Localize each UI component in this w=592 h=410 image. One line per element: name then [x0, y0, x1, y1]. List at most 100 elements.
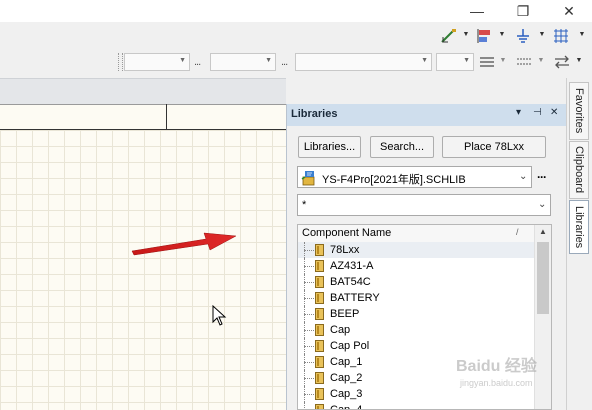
sheet-zone-divider: [166, 104, 167, 130]
font-combo[interactable]: ▼: [124, 53, 190, 71]
list-item[interactable]: Cap_3: [298, 386, 534, 402]
grid-dropdown-caret[interactable]: ▼: [578, 31, 586, 38]
ground-icon[interactable]: [512, 26, 534, 46]
schematic-canvas[interactable]: [0, 130, 286, 410]
list-item[interactable]: Cap_4: [298, 402, 534, 410]
component-icon: [315, 276, 324, 288]
tree-branch: [304, 314, 314, 315]
overflow-dots[interactable]: ...: [281, 56, 288, 68]
component-icon: [315, 340, 324, 352]
dashes-icon[interactable]: [513, 52, 535, 72]
document-tab-strip: [0, 78, 286, 105]
chevron-down-icon: ▼: [463, 57, 470, 64]
tree-branch: [304, 266, 314, 267]
side-tab-strip: Favorites Clipboard Libraries: [566, 78, 592, 410]
toolbar: ▼ ▼ ▼ ▼ ▼ ... ▼ ... ▼ ▼ ▼ ▼ ▼: [0, 22, 592, 78]
pen-dropdown-caret[interactable]: ▼: [462, 31, 470, 38]
tree-branch: [304, 330, 314, 331]
tree-branch: [304, 362, 314, 363]
size-combo[interactable]: ▼: [210, 53, 276, 71]
restore-button[interactable]: ❐: [500, 0, 546, 22]
column-header-label: Component Name: [302, 227, 392, 239]
component-name: Cap: [330, 324, 351, 336]
list-item[interactable]: BATTERY: [298, 290, 534, 306]
dashes-dropdown-caret[interactable]: ▼: [537, 57, 545, 64]
component-icon: [315, 244, 324, 256]
watermark-logo: Baidu 经验: [456, 358, 537, 375]
style-combo[interactable]: ▼: [295, 53, 432, 71]
sort-indicator-icon: /: [516, 227, 519, 237]
component-icon: [315, 260, 324, 272]
pin-icon[interactable]: ⊣: [533, 107, 542, 118]
minimize-button[interactable]: —: [454, 0, 500, 22]
component-name: AZ431-A: [330, 260, 374, 272]
component-icon: [315, 356, 324, 368]
lines-icon[interactable]: [476, 52, 498, 72]
component-icon: [315, 292, 324, 304]
library-file-icon: [301, 171, 315, 186]
list-column-header[interactable]: Component Name /: [298, 225, 534, 243]
filter-input[interactable]: * ⌄: [297, 194, 551, 216]
component-name: Cap_4: [330, 404, 363, 410]
list-item[interactable]: BAT54C: [298, 274, 534, 290]
chevron-down-icon: ⌄: [519, 171, 528, 182]
tab-clipboard[interactable]: Clipboard: [569, 141, 589, 199]
align-dropdown-caret[interactable]: ▼: [498, 31, 506, 38]
component-name: BAT54C: [330, 276, 371, 288]
panel-title: Libraries: [291, 108, 338, 120]
list-scrollbar[interactable]: ▲: [534, 225, 551, 409]
pen-icon[interactable]: [438, 26, 460, 46]
component-name: BEEP: [330, 308, 360, 320]
arrows-dropdown-caret[interactable]: ▼: [575, 57, 583, 64]
arrows-icon[interactable]: [551, 52, 573, 72]
panel-menu-icon[interactable]: ▾: [516, 107, 521, 118]
scrollbar-thumb[interactable]: [537, 242, 549, 314]
search-button[interactable]: Search...: [370, 136, 434, 158]
chevron-down-icon: ▼: [265, 57, 272, 64]
component-icon: [315, 388, 324, 400]
chevron-down-icon: ⌄: [538, 199, 547, 210]
red-arrow-annotation: [131, 232, 237, 256]
component-icon: [315, 308, 324, 320]
overflow-dots[interactable]: ...: [194, 56, 201, 68]
component-name: BATTERY: [330, 292, 380, 304]
libraries-button[interactable]: Libraries...: [298, 136, 361, 158]
grid-icon[interactable]: [550, 26, 572, 46]
component-name: Cap Pol: [330, 340, 370, 352]
tree-branch: [304, 394, 314, 395]
list-item[interactable]: Cap: [298, 322, 534, 338]
chevron-down-icon: ▼: [179, 57, 186, 64]
tab-favorites[interactable]: Favorites: [569, 82, 589, 140]
tree-branch: [304, 346, 314, 347]
list-item[interactable]: AZ431-A: [298, 258, 534, 274]
component-icon: [315, 324, 324, 336]
tab-libraries[interactable]: Libraries: [569, 200, 589, 254]
window-title-bar: — ❐ ✕: [0, 0, 592, 22]
list-item[interactable]: BEEP: [298, 306, 534, 322]
panel-header: Libraries ▾ ⊣ ✕: [287, 104, 566, 126]
component-name: Cap_1: [330, 356, 363, 368]
filter-value: *: [302, 199, 307, 211]
ground-dropdown-caret[interactable]: ▼: [538, 31, 546, 38]
align-icon[interactable]: [474, 26, 496, 46]
component-icon: [315, 404, 324, 409]
library-select[interactable]: YS-F4Pro[2021年版].SCHLIB ⌄: [297, 166, 532, 188]
place-component-button[interactable]: Place 78Lxx: [442, 136, 546, 158]
component-icon: [315, 372, 324, 384]
width-combo[interactable]: ▼: [436, 53, 474, 71]
panel-close-icon[interactable]: ✕: [550, 107, 558, 118]
chevron-down-icon: ▼: [421, 57, 428, 64]
library-select-value: YS-F4Pro[2021年版].SCHLIB: [322, 174, 466, 186]
component-name: Cap_2: [330, 372, 363, 384]
close-button[interactable]: ✕: [546, 0, 592, 22]
list-item[interactable]: 78Lxx: [298, 242, 534, 258]
component-name: 78Lxx: [330, 244, 360, 256]
component-name: Cap_3: [330, 388, 363, 400]
library-more-button[interactable]: ···: [537, 170, 547, 184]
watermark-url: jingyan.baidu.com: [460, 378, 533, 388]
sheet-title-border: [0, 104, 286, 130]
toolbar-grip[interactable]: [118, 53, 123, 71]
tree-line: [304, 402, 305, 409]
scroll-up-icon[interactable]: ▲: [539, 227, 547, 236]
lines-dropdown-caret[interactable]: ▼: [499, 57, 507, 64]
